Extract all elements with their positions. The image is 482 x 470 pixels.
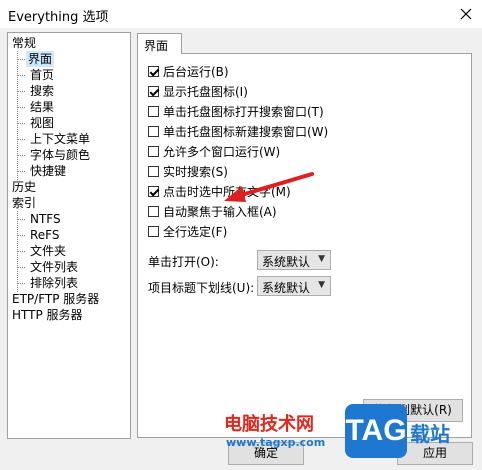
- checkbox[interactable]: [148, 125, 159, 137]
- watermark-logo: TAG: [345, 404, 407, 458]
- tree-item-label: 历史: [12, 180, 37, 194]
- tree-item-label: 搜索: [30, 84, 55, 98]
- option-tray-click-new-search[interactable]: 单击托盘图标新建搜索窗口(W): [148, 122, 328, 140]
- underline-titles-select[interactable]: 系统默认 ▼: [257, 276, 331, 296]
- watermark-url: www.tagxp.com: [226, 436, 326, 449]
- tree-item-history[interactable]: 历史: [12, 179, 36, 195]
- tree-item-view[interactable]: 视图: [30, 115, 54, 131]
- tree-connector: [17, 139, 25, 140]
- tree-item-ntfs[interactable]: NTFS: [30, 211, 61, 227]
- tab-interface[interactable]: 界面: [137, 33, 182, 54]
- tree-connector: [17, 123, 25, 124]
- checkbox[interactable]: [148, 185, 159, 197]
- tree-item-interface[interactable]: 界面: [26, 51, 55, 67]
- tree-connector: [17, 59, 25, 60]
- dialog-client: 常规 界面 首页 搜索 结果 视图 上下文菜单 字体与颜色 快捷键 历史 索引 …: [0, 28, 482, 470]
- tree-connector: [17, 107, 25, 108]
- tree-item-refs[interactable]: ReFS: [30, 227, 60, 243]
- single-click-open-select[interactable]: 系统默认 ▼: [257, 250, 331, 270]
- checkbox[interactable]: [148, 165, 159, 177]
- tree-item-shortcuts[interactable]: 快捷键: [30, 163, 66, 179]
- option-run-in-background[interactable]: 后台运行(B): [148, 62, 229, 80]
- tree-item-label: 视图: [30, 116, 55, 130]
- option-label: 单击托盘图标新建搜索窗口(W): [163, 124, 329, 139]
- tree-item-label: 快捷键: [30, 164, 67, 178]
- checkbox[interactable]: [148, 225, 159, 237]
- chevron-down-icon: ▼: [318, 280, 325, 290]
- tree-item-label: NTFS: [30, 212, 61, 226]
- annotation-arrow-icon: [224, 172, 314, 202]
- tree-item-results[interactable]: 结果: [30, 99, 54, 115]
- underline-titles-label: 项目标题下划线(U):: [148, 281, 255, 295]
- select-value: 系统默认: [262, 281, 311, 295]
- watermark-site-name: 电脑技术网: [224, 414, 314, 435]
- tree-connector: [17, 251, 25, 252]
- tree-item-label: 界面: [28, 52, 53, 66]
- tree-item-http-server[interactable]: HTTP 服务器: [12, 307, 83, 323]
- tree-item-context-menu[interactable]: 上下文菜单: [30, 131, 90, 147]
- tree-connector: [17, 267, 25, 268]
- watermark-logo-suffix: 载站: [410, 422, 450, 446]
- tree-connector: [17, 75, 25, 76]
- tree-item-label: 排除列表: [30, 276, 79, 290]
- tree-connector: [17, 171, 25, 172]
- option-label: 后台运行(B): [163, 64, 229, 79]
- checkbox[interactable]: [148, 205, 159, 217]
- option-realtime-search[interactable]: 实时搜索(S): [148, 162, 228, 180]
- tree-item-exclude-list[interactable]: 排除列表: [30, 275, 78, 291]
- tree-item-folders[interactable]: 文件夹: [30, 243, 66, 259]
- select-value: 系统默认: [262, 255, 311, 269]
- tree-connector: [17, 235, 25, 236]
- tree-item-label: ETP/FTP 服务器: [12, 292, 100, 306]
- tree-item-label: 文件夹: [30, 244, 67, 258]
- checkbox[interactable]: [148, 105, 159, 117]
- settings-tree[interactable]: 常规 界面 首页 搜索 结果 视图 上下文菜单 字体与颜色 快捷键 历史 索引 …: [7, 32, 131, 439]
- window-title: Everything 选项: [8, 10, 109, 25]
- tree-connector: [17, 155, 25, 156]
- checkbox[interactable]: [148, 65, 159, 77]
- tree-guide: [17, 51, 18, 180]
- option-tray-click-open-search[interactable]: 单击托盘图标打开搜索窗口(T): [148, 102, 324, 120]
- tree-item-etp-ftp-server[interactable]: ETP/FTP 服务器: [12, 291, 99, 307]
- tree-item-label: 结果: [30, 100, 55, 114]
- tree-item-label: ReFS: [30, 228, 60, 242]
- tree-item-general[interactable]: 常规: [12, 35, 36, 51]
- tree-item-label: 上下文菜单: [30, 132, 91, 146]
- tree-item-file-lists[interactable]: 文件列表: [30, 259, 78, 275]
- tree-item-label: 索引: [12, 196, 37, 210]
- tree-item-label: 字体与颜色: [30, 148, 91, 162]
- button-label: 应用: [422, 446, 447, 460]
- close-icon: [460, 8, 472, 20]
- option-label: 显示托盘图标(I): [163, 84, 248, 99]
- interface-panel: 后台运行(B) 显示托盘图标(I) 单击托盘图标打开搜索窗口(T) 单击托盘图标…: [137, 53, 472, 438]
- option-label: 全行选定(F): [163, 224, 228, 239]
- tree-connector: [17, 91, 25, 92]
- option-label: 实时搜索(S): [163, 164, 228, 179]
- title-bar: Everything 选项: [0, 0, 482, 28]
- tree-item-label: HTTP 服务器: [12, 308, 83, 322]
- checkbox[interactable]: [148, 85, 159, 97]
- tree-item-label: 文件列表: [30, 260, 79, 274]
- tree-item-fonts-colors[interactable]: 字体与颜色: [30, 147, 90, 163]
- option-allow-multiple-windows[interactable]: 允许多个窗口运行(W): [148, 142, 280, 160]
- tree-item-search[interactable]: 搜索: [30, 83, 54, 99]
- tree-connector: [17, 283, 25, 284]
- option-show-tray-icon[interactable]: 显示托盘图标(I): [148, 82, 248, 100]
- tree-item-label: 首页: [30, 68, 55, 82]
- tree-item-label: 常规: [12, 36, 37, 50]
- tree-item-index[interactable]: 索引: [12, 195, 36, 211]
- close-button[interactable]: [454, 2, 478, 26]
- tree-connector: [17, 219, 25, 220]
- checkbox[interactable]: [148, 145, 159, 157]
- chevron-down-icon: ▼: [318, 254, 325, 264]
- tree-item-home[interactable]: 首页: [30, 67, 54, 83]
- option-label: 单击托盘图标打开搜索窗口(T): [163, 104, 324, 119]
- single-click-open-label: 单击打开(O):: [148, 255, 219, 269]
- tab-label: 界面: [144, 39, 169, 53]
- option-label: 允许多个窗口运行(W): [163, 144, 281, 159]
- option-full-row-select[interactable]: 全行选定(F): [148, 222, 227, 240]
